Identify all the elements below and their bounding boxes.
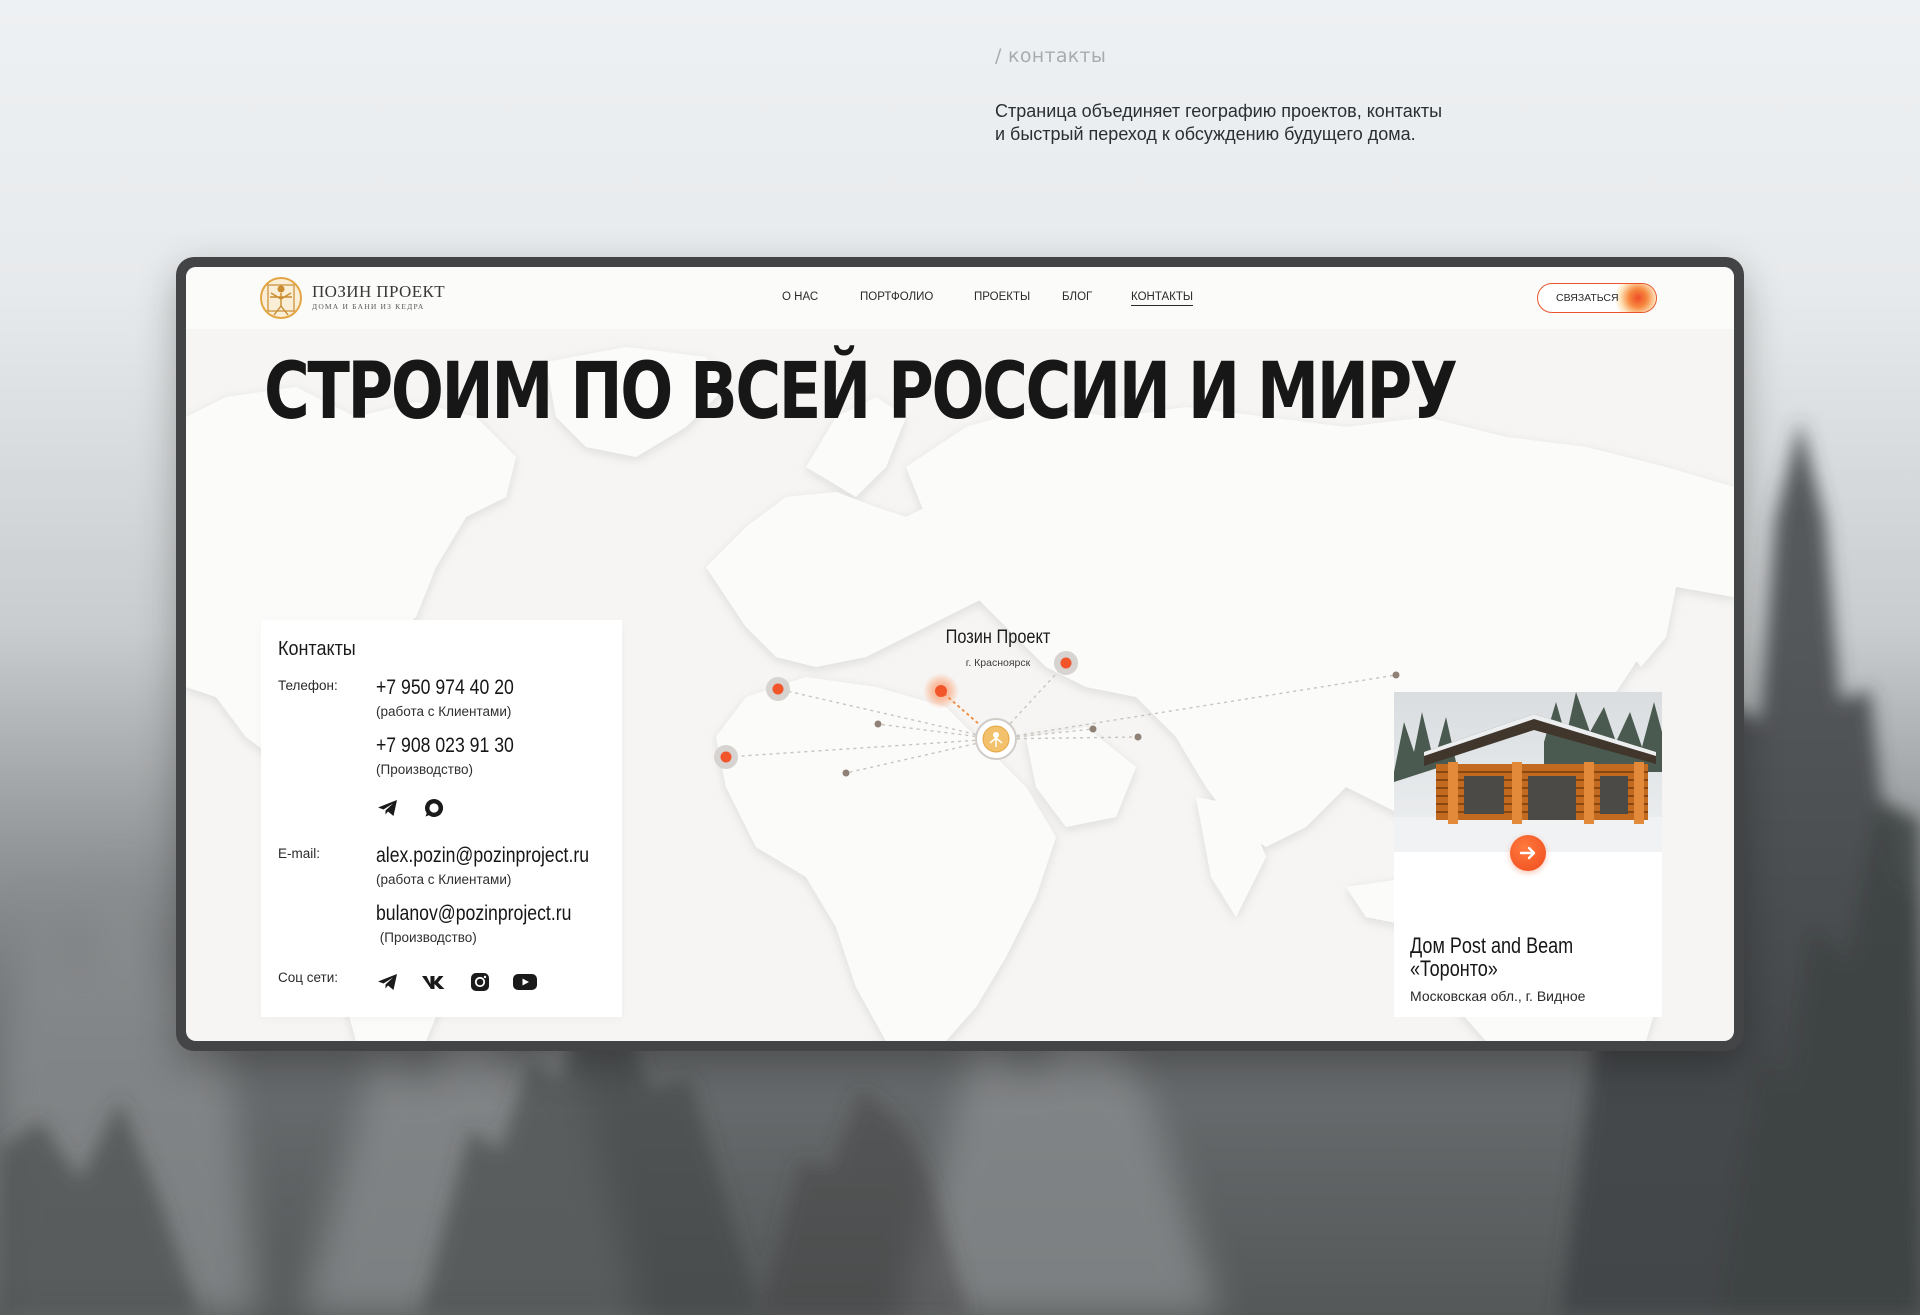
telegram-icon[interactable] bbox=[376, 796, 400, 820]
map-pin-active[interactable] bbox=[923, 673, 959, 709]
project-open-button[interactable] bbox=[1510, 835, 1546, 871]
logo-subtitle: ДОМА И БАНИ ИЗ КЕДРА bbox=[312, 302, 425, 311]
project-title-line: Дом Post and Beam bbox=[1410, 933, 1574, 958]
vk-icon[interactable] bbox=[421, 970, 449, 994]
arrow-right-icon bbox=[1519, 846, 1536, 860]
phone-number[interactable]: +7 908 023 91 30 bbox=[376, 734, 514, 758]
map-point bbox=[874, 720, 882, 728]
whatsapp-icon[interactable] bbox=[422, 796, 446, 820]
map-point bbox=[1392, 671, 1400, 679]
map-point bbox=[1089, 725, 1097, 733]
device-frame: ПОЗИН ПРОЕКТ ДОМА И БАНИ ИЗ КЕДРА О НАС … bbox=[176, 257, 1744, 1051]
map-point bbox=[1134, 733, 1142, 741]
project-location: Московская обл., г. Видное bbox=[1410, 988, 1586, 1004]
map-point bbox=[842, 769, 850, 777]
email-address[interactable]: alex.pozin@pozinproject.ru bbox=[376, 844, 589, 868]
email-label: E-mail: bbox=[278, 846, 321, 861]
section-label: / контакты bbox=[995, 45, 1107, 67]
continent-arabia bbox=[1026, 727, 1136, 827]
hq-marker[interactable] bbox=[975, 718, 1017, 760]
description-line: и быстрый переход к обсуждению будущего … bbox=[995, 124, 1416, 144]
website-screen: ПОЗИН ПРОЕКТ ДОМА И БАНИ ИЗ КЕДРА О НАС … bbox=[186, 267, 1734, 1041]
vitruvian-logo-icon bbox=[260, 277, 302, 319]
instagram-icon[interactable] bbox=[468, 970, 492, 994]
map-pin[interactable] bbox=[766, 677, 790, 701]
description-line: Страница объединяет географию проектов, … bbox=[995, 101, 1443, 121]
phone-note: (работа с Клиентами) bbox=[376, 704, 512, 719]
map-pin[interactable] bbox=[714, 745, 738, 769]
nav-item-projects[interactable]: ПРОЕКТЫ bbox=[974, 291, 1030, 303]
phone-number[interactable]: +7 950 974 40 20 bbox=[376, 676, 514, 700]
phone-note: (Производство) bbox=[376, 762, 474, 777]
contacts-title: Контакты bbox=[278, 638, 356, 660]
logo[interactable]: ПОЗИН ПРОЕКТ ДОМА И БАНИ ИЗ КЕДРА bbox=[258, 274, 458, 322]
hero-title: СТРОИМ ПО ВСЕЙ РОССИИ И МИРУ bbox=[264, 347, 1458, 437]
social-label: Соц сети: bbox=[278, 970, 339, 985]
hq-city: г. Красноярск bbox=[965, 657, 1031, 669]
project-card[interactable]: Дом Post and Beam «Торонто» Московская о… bbox=[1394, 692, 1662, 1017]
site-header: ПОЗИН ПРОЕКТ ДОМА И БАНИ ИЗ КЕДРА О НАС … bbox=[186, 267, 1734, 329]
nav-item-contacts[interactable]: КОНТАКТЫ bbox=[1131, 291, 1194, 306]
project-title-line: «Торонто» bbox=[1410, 956, 1498, 981]
logo-title: ПОЗИН ПРОЕКТ bbox=[312, 282, 445, 301]
hq-name: Позин Проект bbox=[945, 627, 1051, 648]
phone-label: Телефон: bbox=[278, 678, 338, 693]
email-address[interactable]: bulanov@pozinproject.ru bbox=[376, 902, 571, 926]
project-title[interactable]: Дом Post and Beam «Торонто» bbox=[1410, 934, 1656, 980]
youtube-icon[interactable] bbox=[511, 970, 539, 994]
email-note: (работа с Клиентами) bbox=[376, 872, 512, 887]
email-note: (Производство) bbox=[376, 930, 477, 945]
section-description: Страница объединяет географию проектов, … bbox=[995, 100, 1515, 146]
telegram-icon[interactable] bbox=[376, 970, 400, 994]
nav-item-portfolio[interactable]: ПОРТФОЛИО bbox=[860, 291, 933, 303]
contacts-card: Контакты Телефон: +7 950 974 40 20 (рабо… bbox=[261, 620, 622, 1017]
project-photo bbox=[1394, 692, 1662, 852]
contact-button-label: СВЯЗАТЬСЯ bbox=[1556, 292, 1619, 304]
nav-item-blog[interactable]: БЛОГ bbox=[1062, 291, 1092, 303]
contact-button[interactable]: СВЯЗАТЬСЯ bbox=[1537, 283, 1657, 313]
nav-item-about[interactable]: О НАС bbox=[782, 291, 818, 303]
